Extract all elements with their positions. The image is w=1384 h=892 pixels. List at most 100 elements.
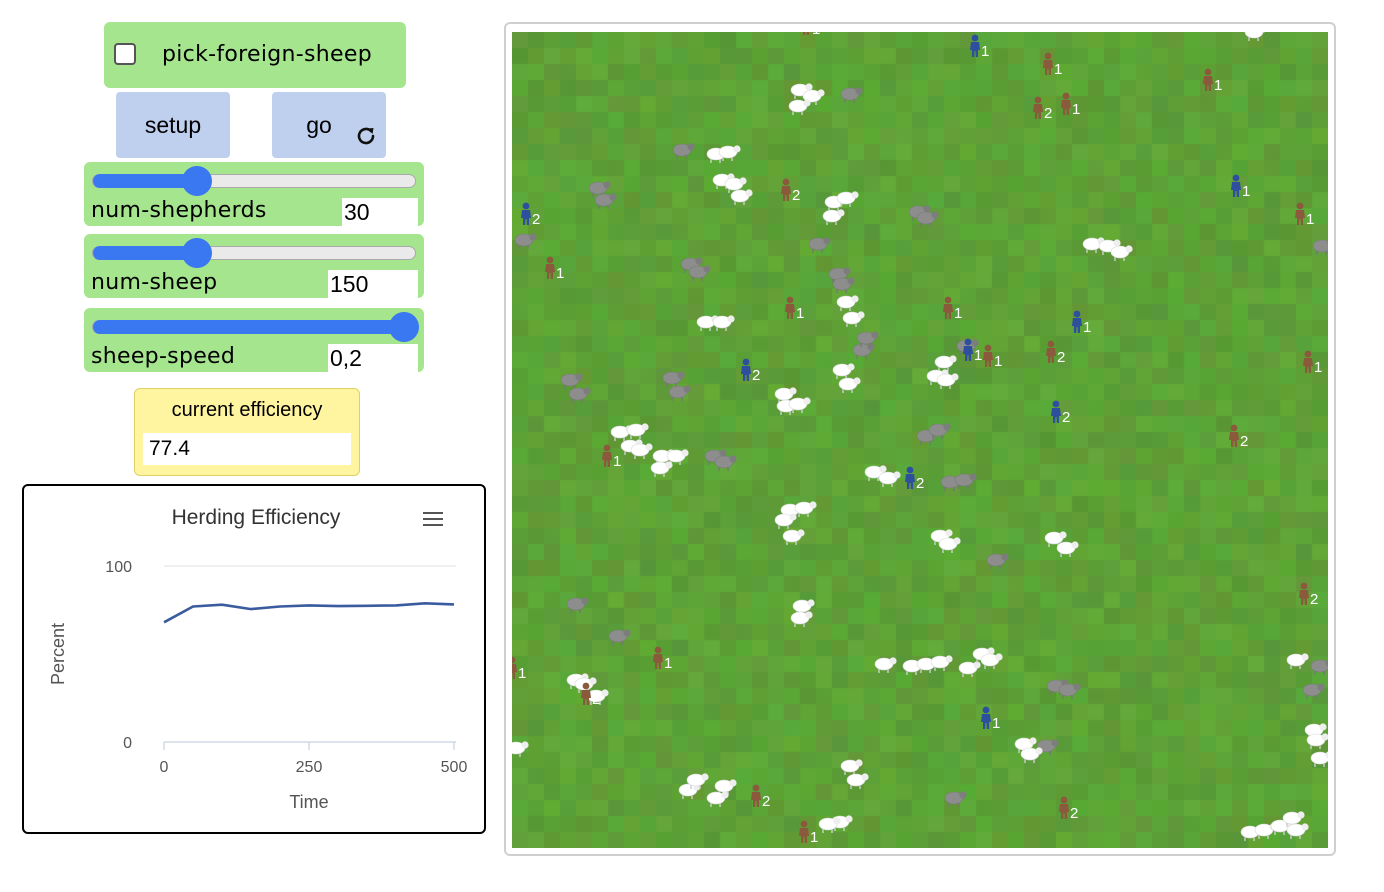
- white-sheep: [650, 461, 673, 477]
- brown-shepherd: 1: [785, 296, 804, 322]
- blue-shepherd: 2: [741, 358, 760, 384]
- brown-shepherd: 1: [1303, 350, 1322, 376]
- shepherd-flock-label: 1: [556, 265, 564, 282]
- sheep-speed-label: sheep-speed: [91, 344, 236, 369]
- current-efficiency-monitor: current efficiency 77.4: [134, 388, 360, 476]
- shepherd-flock-label: 1: [1314, 359, 1322, 376]
- hamburger-menu-icon[interactable]: [422, 510, 444, 528]
- shepherd-flock-label: 2: [792, 187, 800, 204]
- sheep-speed-slider[interactable]: sheep-speed 0,2: [84, 308, 424, 372]
- num-shepherds-track[interactable]: [92, 166, 416, 196]
- white-sheep: [1310, 751, 1328, 767]
- pick-foreign-sheep-checkbox[interactable]: [114, 43, 136, 65]
- sheep-speed-track[interactable]: [92, 312, 419, 342]
- white-sheep: [626, 423, 649, 439]
- brown-shepherd: 2: [1059, 796, 1078, 822]
- shepherd-flock-label: 2: [1044, 105, 1052, 122]
- brown-shepherd: 1: [602, 444, 621, 470]
- shepherd-flock-label: 1: [992, 715, 1000, 732]
- blue-shepherd: 2: [1051, 400, 1070, 426]
- shepherd-flock-label: 2: [1057, 349, 1065, 366]
- sheep-speed-thumb[interactable]: [389, 312, 419, 342]
- shepherd-flock-label: 1: [613, 453, 621, 470]
- blue-shepherd: 2: [905, 466, 924, 492]
- shepherd-flock-label: 2: [916, 475, 924, 492]
- shepherd-flock-label: 2: [762, 793, 770, 810]
- brown-shepherd: 2: [781, 178, 800, 204]
- brown-shepherd: 1: [653, 646, 672, 672]
- gray-sheep: [954, 473, 977, 489]
- brown-shepherd: 1: [799, 820, 818, 846]
- brown-shepherd: 1: [545, 256, 564, 282]
- sheep-speed-value[interactable]: 0,2: [328, 344, 418, 372]
- num-shepherds-thumb[interactable]: [182, 166, 212, 196]
- setup-button[interactable]: setup: [116, 92, 230, 158]
- shepherd-flock-label: 1: [1083, 319, 1091, 336]
- gray-sheep: [668, 385, 691, 401]
- brown-shepherd: 2: [1033, 96, 1052, 122]
- white-sheep: [930, 655, 953, 671]
- shepherd-flock-label: 1: [1306, 211, 1314, 228]
- brown-shepherd: 1: [1061, 92, 1080, 118]
- white-sheep: [822, 209, 845, 225]
- world-view[interactable]: 1121112121111111212221221121221: [512, 32, 1328, 848]
- num-sheep-slider[interactable]: num-sheep 150: [84, 234, 424, 298]
- blue-shepherd: 1: [970, 34, 989, 60]
- white-sheep: [712, 315, 735, 331]
- monitor-label: current efficiency: [171, 399, 323, 421]
- white-sheep: [630, 443, 653, 459]
- num-shepherds-value[interactable]: 30: [342, 198, 418, 226]
- shepherd-flock-label: 2: [592, 691, 600, 708]
- white-sheep: [832, 363, 855, 379]
- white-sheep: [1286, 823, 1309, 839]
- gray-sheep: [1312, 239, 1328, 255]
- brown-shepherd: 1: [943, 296, 962, 322]
- blue-shepherd: 1: [1072, 310, 1091, 336]
- y-axis-label: Percent: [48, 623, 68, 685]
- shepherd-flock-label: 1: [810, 829, 818, 846]
- shepherd-flock-label: 1: [812, 32, 820, 38]
- pick-foreign-sheep-switch[interactable]: pick-foreign-sheep: [104, 22, 406, 88]
- white-sheep: [794, 501, 817, 517]
- num-sheep-value[interactable]: 150: [328, 270, 418, 298]
- shepherd-flock-label: 2: [752, 367, 760, 384]
- white-sheep: [980, 653, 1003, 669]
- shepherd-flock-label: 1: [1054, 61, 1062, 78]
- gray-sheep: [594, 193, 617, 209]
- num-sheep-thumb[interactable]: [182, 238, 212, 268]
- white-sheep: [790, 611, 813, 627]
- gray-sheep: [566, 597, 589, 613]
- plot-title: Herding Efficiency: [172, 506, 341, 529]
- white-sheep: [936, 373, 959, 389]
- refresh-icon: [357, 127, 375, 145]
- gray-sheep: [840, 87, 863, 103]
- shepherd-flock-label: 2: [1062, 409, 1070, 426]
- brown-shepherd: 1: [1043, 52, 1062, 78]
- white-sheep: [1056, 541, 1079, 557]
- shepherd-flock-label: 2: [1310, 591, 1318, 608]
- gray-sheep: [1058, 683, 1081, 699]
- go-button[interactable]: go: [272, 92, 386, 158]
- efficiency-series-line: [163, 602, 455, 624]
- shepherd-flock-label: 1: [954, 305, 962, 322]
- gray-sheep: [714, 455, 737, 471]
- shepherd-flock-label: 1: [1214, 77, 1222, 94]
- brown-shepherd: 1: [803, 32, 820, 38]
- gray-sheep: [688, 265, 711, 281]
- shepherd-flock-label: 2: [1070, 805, 1078, 822]
- shepherd-flock-label: 1: [796, 305, 804, 322]
- y-tick-label-0: 0: [123, 735, 132, 752]
- num-shepherds-label: num-shepherds: [91, 198, 267, 223]
- gray-sheep: [672, 143, 695, 159]
- shepherd-flock-label: 1: [1072, 101, 1080, 118]
- white-sheep: [1020, 747, 1043, 763]
- y-tick-label-100: 100: [105, 559, 132, 576]
- white-sheep: [938, 537, 961, 553]
- monitor-value: 77.4: [143, 433, 351, 465]
- num-shepherds-slider[interactable]: num-shepherds 30: [84, 162, 424, 226]
- white-sheep: [512, 741, 529, 757]
- shepherd-flock-label: 2: [1240, 433, 1248, 450]
- blue-shepherd: 2: [521, 202, 540, 228]
- white-sheep: [846, 773, 869, 789]
- num-sheep-track[interactable]: [92, 238, 416, 268]
